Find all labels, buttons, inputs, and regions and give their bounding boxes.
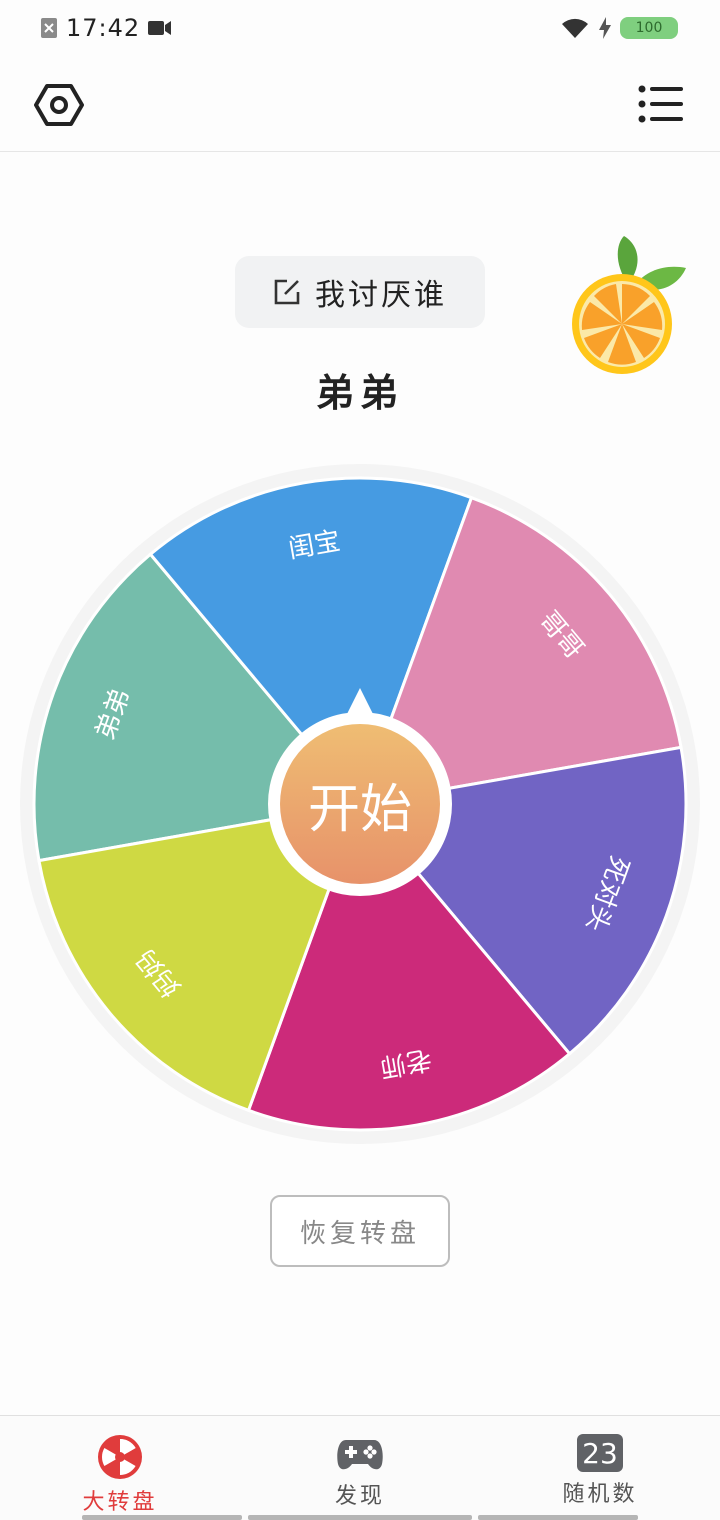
- list-icon: [638, 85, 683, 123]
- edit-icon: [274, 279, 300, 305]
- gear-hexagon-icon: [34, 84, 84, 126]
- spin-wheel[interactable]: 弟弟 闺宝 哥哥 死对头 老师 妈妈 开始: [20, 464, 700, 1144]
- tab-indicator: [478, 1515, 638, 1520]
- bottom-navigation: 大转盘 发现 23 随机数: [0, 1415, 720, 1520]
- video-recording-icon: [148, 21, 172, 35]
- status-time: 17:42: [66, 14, 141, 42]
- charging-icon: [599, 17, 611, 39]
- reset-wheel-button[interactable]: 恢复转盘: [270, 1195, 450, 1267]
- orange-mascot-icon[interactable]: [566, 234, 690, 376]
- wheel-title: 我讨厌谁: [315, 278, 447, 313]
- number-23-icon-text: 23: [582, 1436, 618, 1470]
- top-app-bar: [0, 56, 720, 152]
- start-spin-button[interactable]: 开始: [280, 724, 440, 884]
- edit-title-button[interactable]: 我讨厌谁: [235, 256, 485, 328]
- tab-random-number-label: 随机数: [562, 1482, 638, 1507]
- tab-discover[interactable]: 发现: [240, 1416, 480, 1520]
- settings-button[interactable]: [34, 82, 84, 128]
- tab-random-number[interactable]: 23 随机数: [480, 1416, 720, 1520]
- tab-indicator: [82, 1515, 242, 1520]
- app-screen: 17:42 100 我讨厌谁 弟弟 弟弟 闺宝 哥哥 死对头 老师 妈妈 开始 …: [0, 0, 720, 1520]
- wifi-icon: [562, 18, 588, 38]
- tab-indicator: [248, 1515, 472, 1520]
- battery-indicator: 100: [620, 17, 678, 39]
- tab-discover-label: 发现: [334, 1484, 385, 1509]
- tab-wheel-label: 大转盘: [82, 1490, 158, 1515]
- status-bar: 17:42 100: [0, 0, 720, 56]
- gamepad-icon: [337, 1440, 383, 1470]
- menu-button[interactable]: [638, 84, 684, 124]
- wheel-icon: [98, 1435, 142, 1479]
- tab-wheel[interactable]: 大转盘: [0, 1416, 240, 1520]
- result-text: 弟弟: [315, 371, 404, 415]
- notification-icon: [41, 18, 57, 38]
- number-23-icon: 23: [577, 1434, 623, 1472]
